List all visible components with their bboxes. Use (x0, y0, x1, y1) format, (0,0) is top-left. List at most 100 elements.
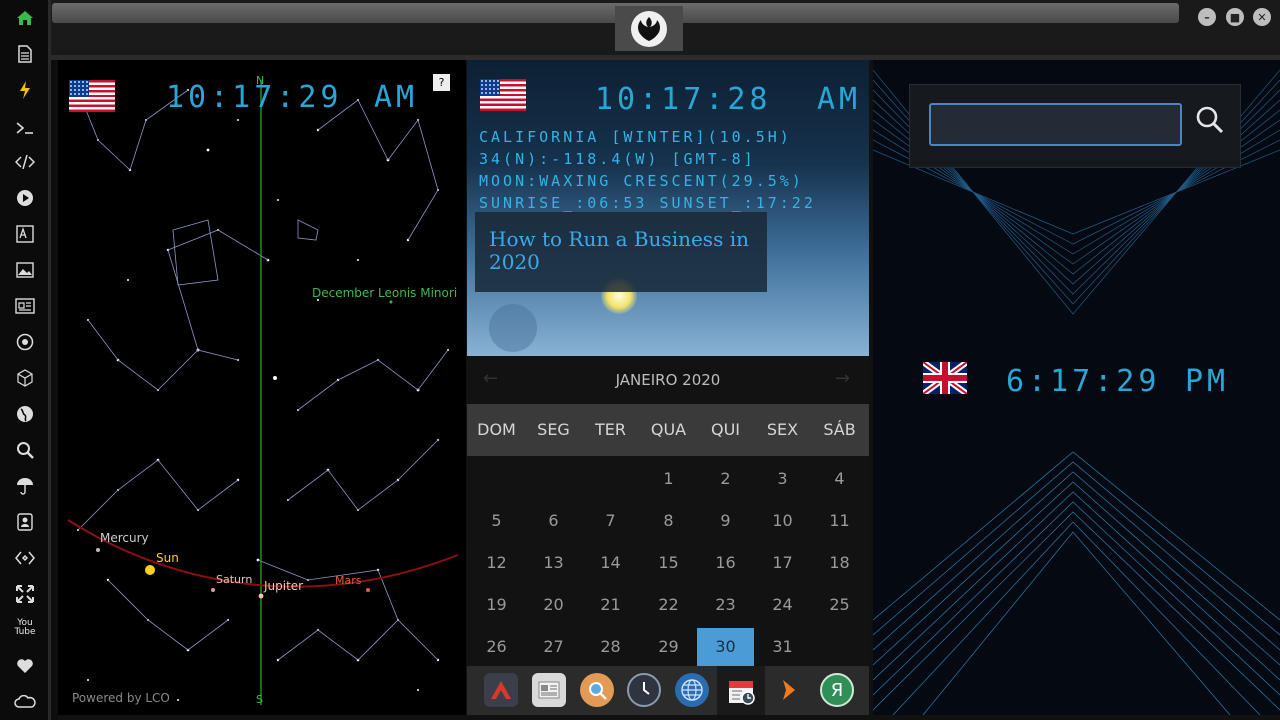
close-button[interactable]: ✕ (1253, 8, 1271, 26)
north-label: N (256, 74, 265, 87)
calendar-day[interactable]: 25 (811, 595, 868, 614)
calendar-day[interactable]: 2 (697, 469, 754, 488)
calendar-day[interactable]: 31 (754, 637, 811, 656)
heart-icon[interactable] (14, 655, 36, 677)
calendar-icon[interactable] (717, 666, 765, 715)
document-icon[interactable] (14, 43, 36, 65)
rebel-logo-icon (631, 10, 667, 47)
south-label: S (256, 693, 263, 706)
calendar-day[interactable]: 6 (525, 511, 582, 530)
calendar-day[interactable]: 30 (697, 637, 754, 656)
calendar-day[interactable]: 7 (582, 511, 639, 530)
code-icon[interactable] (14, 151, 36, 173)
calendar-day[interactable]: 11 (811, 511, 868, 530)
search-icon[interactable] (14, 439, 36, 461)
weather-coordinates: 34(N):-118.4(W) [GMT-8] (479, 150, 756, 168)
uk-flag-icon (923, 362, 967, 394)
right-panel: 6:17:29 PM (873, 60, 1280, 715)
next-month-button[interactable]: → (835, 368, 850, 389)
globe-icon[interactable] (675, 673, 709, 707)
star-chart-panel[interactable]: 10:17:29 AM ? N S December Leonis Minori… (58, 60, 466, 715)
weather-ampm: AM (817, 82, 862, 117)
calendar-day[interactable]: 18 (811, 553, 868, 572)
calendar-day[interactable]: 12 (468, 553, 525, 572)
search-icon[interactable] (1195, 105, 1231, 141)
yandex-icon[interactable]: Я (820, 673, 854, 707)
help-button[interactable]: ? (433, 74, 450, 91)
news-title[interactable]: How to Run a Business in 2020 (489, 228, 759, 274)
minimize-button[interactable]: – (1198, 8, 1216, 26)
weekday-label: SEG (537, 420, 570, 439)
news-card[interactable]: How to Run a Business in 2020 (475, 212, 767, 292)
sun-label: Sun (156, 551, 179, 565)
clock-icon[interactable] (627, 673, 661, 707)
terminal-icon[interactable] (14, 117, 36, 139)
arrow-icon[interactable] (772, 673, 806, 707)
contacts-icon[interactable] (14, 511, 36, 533)
calendar-day[interactable]: 14 (582, 553, 639, 572)
youtube-icon[interactable]: You Tube (14, 617, 36, 639)
calendar-day[interactable]: 20 (525, 595, 582, 614)
translate-icon[interactable] (14, 223, 36, 245)
calendar-day[interactable]: 26 (468, 637, 525, 656)
mercury-label: Mercury (100, 531, 149, 545)
uk-time: 6:17:29 (1006, 364, 1161, 399)
settings-icon[interactable] (14, 331, 36, 353)
calendar-day[interactable]: 9 (697, 511, 754, 530)
umbrella-icon[interactable] (14, 475, 36, 497)
calendar-day[interactable]: 22 (640, 595, 697, 614)
newspaper-icon[interactable] (532, 673, 566, 707)
calendar-day[interactable]: 13 (525, 553, 582, 572)
saturn-label: Saturn (216, 573, 253, 586)
calendar-day[interactable]: 4 (811, 469, 868, 488)
calendar-day[interactable]: 16 (697, 553, 754, 572)
weather-time: 10:17:28 (595, 82, 772, 117)
uk-ampm: PM (1185, 364, 1230, 399)
calendar-day[interactable]: 17 (754, 553, 811, 572)
diamond-icon[interactable] (14, 547, 36, 569)
calendar-day[interactable]: 1 (640, 469, 697, 488)
calendar-day[interactable]: 15 (640, 553, 697, 572)
magnifier-icon[interactable] (580, 673, 614, 707)
bolt-icon[interactable] (14, 79, 36, 101)
weather-moon-phase: MOON:WAXING CRESCENT(29.5%) (479, 172, 804, 190)
arch-icon[interactable] (484, 673, 518, 707)
cloud-icon[interactable] (14, 691, 36, 713)
globe-icon[interactable] (14, 403, 36, 425)
calendar-day[interactable]: 10 (754, 511, 811, 530)
cube-icon[interactable] (14, 367, 36, 389)
calendar-day[interactable]: 27 (525, 637, 582, 656)
dock: Я (467, 666, 869, 715)
logo[interactable] (615, 6, 683, 51)
play-icon[interactable] (14, 187, 36, 209)
calendar-day[interactable]: 8 (640, 511, 697, 530)
weekday-label: SÁB (823, 420, 856, 439)
jupiter-label: Jupiter (264, 579, 304, 593)
weather-sunrise-sunset: SUNRISE_:06:53 SUNSET_:17:22 (479, 194, 816, 212)
news-icon[interactable] (14, 295, 36, 317)
calendar-day[interactable]: 5 (468, 511, 525, 530)
calendar-day[interactable]: 19 (468, 595, 525, 614)
weekday-label: QUI (710, 420, 741, 439)
maximize-button[interactable]: ■ (1226, 8, 1244, 26)
calendar-day[interactable]: 3 (754, 469, 811, 488)
calendar-day[interactable]: 28 (582, 637, 639, 656)
sidebar: You Tube (0, 0, 48, 720)
home-icon[interactable] (14, 7, 36, 29)
search-input[interactable] (929, 103, 1182, 146)
weekday-label: QUA (650, 420, 687, 439)
calendar-day[interactable]: 23 (697, 595, 754, 614)
star-chart (67, 80, 459, 705)
image-icon[interactable] (14, 259, 36, 281)
powered-by-text: Powered by LCO (72, 691, 170, 705)
us-flag-icon (480, 79, 526, 111)
weather-location: CALIFORNIA [WINTER](10.5H) (479, 128, 792, 146)
calendar-day[interactable]: 21 (582, 595, 639, 614)
expand-icon[interactable] (14, 583, 36, 605)
search-panel (909, 84, 1241, 168)
weekday-label: DOM (477, 420, 516, 439)
meteor-shower-label: December Leonis Minori (312, 286, 458, 300)
calendar-day[interactable]: 24 (754, 595, 811, 614)
calendar-day[interactable]: 29 (640, 637, 697, 656)
star-chart-time: 10:17:29 (166, 80, 343, 115)
